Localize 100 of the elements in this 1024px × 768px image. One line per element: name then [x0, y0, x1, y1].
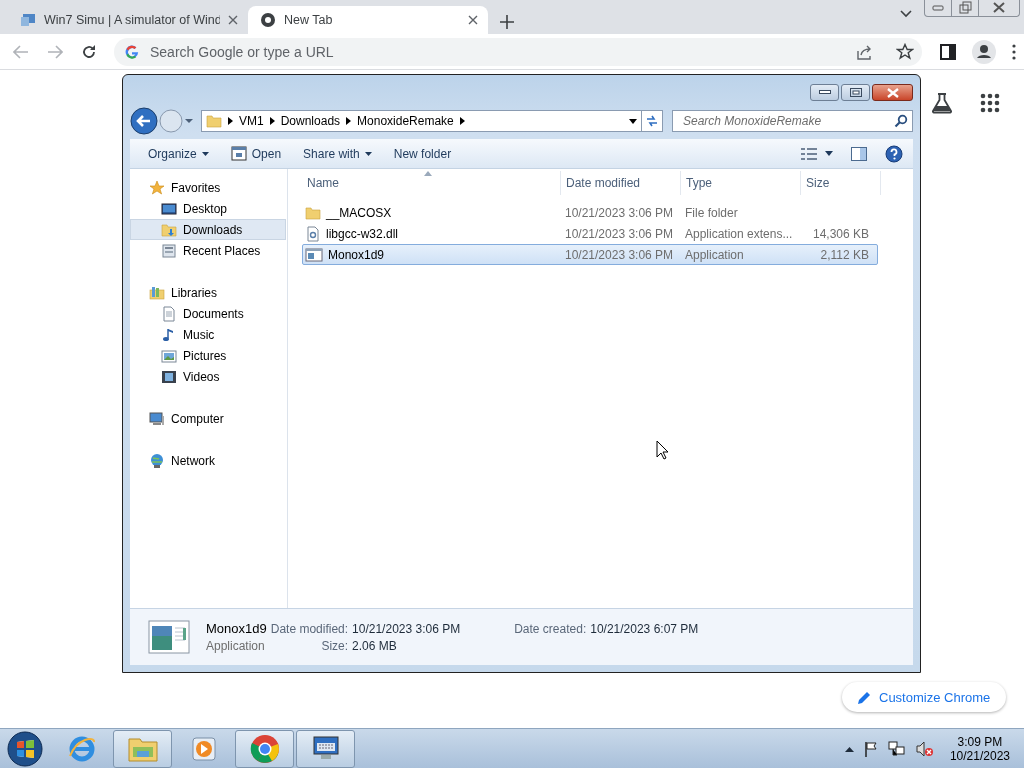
window-icon: [20, 13, 36, 27]
table-cell-text: 10/21/2023 3:06 PM: [564, 247, 675, 262]
back-button-icon[interactable]: [130, 107, 158, 135]
address-breadcrumb-bar[interactable]: VM1 Downloads MonoxideRemake: [201, 110, 642, 132]
desktop-icon: [161, 200, 177, 217]
folder-download-icon: [161, 221, 177, 238]
nav-item[interactable]: Network: [130, 450, 286, 471]
breadcrumb-arrow-icon[interactable]: [459, 117, 465, 125]
apps-grid-icon[interactable]: [980, 93, 1000, 113]
caret-icon[interactable]: [825, 151, 833, 156]
file-row[interactable]: __MACOSX 10/21/2023 3:06 PM File folder: [302, 202, 878, 223]
nav-item[interactable]: Music: [130, 324, 286, 345]
minimize-icon: [818, 90, 831, 95]
detail-label: Date created:: [514, 622, 587, 636]
cursor-icon: [656, 440, 669, 460]
maximize-icon: [849, 88, 862, 97]
column-header[interactable]: Size: [801, 171, 881, 195]
star-icon[interactable]: [896, 42, 914, 61]
search-icon[interactable]: [894, 114, 908, 128]
file-name: Monox1d9: [206, 621, 267, 636]
side-panel-icon[interactable]: [940, 43, 956, 60]
recent-places-icon: [161, 242, 177, 259]
chevron-down-icon[interactable]: [900, 10, 912, 18]
nav-item[interactable]: Videos: [130, 366, 286, 387]
column-header[interactable]: Type: [681, 171, 801, 195]
library-icon: [149, 284, 165, 301]
file-row[interactable]: libgcc-w32.dll 10/21/2023 3:06 PM Application extens... 14,306 KB: [302, 223, 878, 244]
clock[interactable]: 3:09 PM 10/21/2023: [943, 734, 1016, 763]
file-row[interactable]: Monox1d9 10/21/2023 3:06 PM Application 2,112 KB: [302, 244, 878, 265]
nav-item[interactable]: Computer: [130, 408, 286, 429]
nav-item[interactable]: Libraries: [130, 282, 286, 303]
command-button[interactable]: Share with: [295, 141, 380, 166]
table-cell-text: File folder: [684, 205, 739, 220]
folder-icon: [206, 113, 222, 129]
volume-muted-icon[interactable]: [915, 740, 934, 757]
google-icon: [124, 43, 140, 60]
reload-icon[interactable]: [81, 43, 97, 60]
address-field[interactable]: Search Google or type a URL: [148, 42, 848, 61]
file-name: libgcc-w32.dll: [326, 226, 399, 241]
taskbar-button[interactable]: [235, 729, 294, 768]
help-icon[interactable]: [885, 144, 903, 163]
application-icon: [148, 620, 190, 654]
command-button[interactable]: New folder: [385, 141, 460, 166]
close-icon[interactable]: [468, 15, 478, 25]
show-hidden-icons[interactable]: [844, 745, 854, 752]
dropdown-caret-icon[interactable]: [629, 118, 637, 124]
history-dropdown-icon[interactable]: [184, 117, 194, 125]
breadcrumb-arrow-icon[interactable]: [228, 117, 233, 125]
table-cell-text: 10/21/2023 3:06 PM: [564, 226, 675, 241]
browser-tab[interactable]: Win7 Simu | A simulator of Wind: [8, 6, 248, 34]
nav-item[interactable]: Pictures: [130, 345, 286, 366]
breadcrumb-arrow-icon[interactable]: [269, 117, 275, 125]
maximize-button[interactable]: [841, 84, 870, 101]
chrome-icon: [249, 733, 280, 764]
share-icon[interactable]: [856, 43, 874, 60]
application-icon: [305, 246, 323, 263]
table-cell-text: 10/21/2023 3:06 PM: [564, 205, 675, 220]
nav-item[interactable]: Favorites: [130, 177, 286, 198]
profile-icon[interactable]: [972, 39, 996, 64]
file-type: Application: [206, 639, 266, 653]
pencil-icon: [858, 690, 871, 704]
network-icon[interactable]: [887, 740, 906, 757]
close-icon[interactable]: [228, 15, 238, 25]
document-icon: [161, 305, 177, 322]
nav-item[interactable]: Recent Places: [130, 240, 286, 261]
table-cell-text: 2,112 KB: [819, 247, 870, 262]
customize-chrome-button[interactable]: Customize Chrome: [842, 682, 1007, 712]
detail-value: 2.06 MB: [352, 639, 398, 653]
close-button[interactable]: [872, 84, 913, 101]
breadcrumb-item[interactable]: MonoxideRemake: [357, 114, 454, 128]
command-button[interactable]: Organize: [140, 141, 217, 166]
file-name: __MACOSX: [326, 205, 392, 220]
breadcrumb-item[interactable]: VM1: [239, 114, 264, 128]
breadcrumb-arrow-icon[interactable]: [346, 117, 352, 125]
start-button[interactable]: [6, 729, 44, 768]
column-header[interactable]: Date modified: [561, 171, 681, 195]
table-cell-text: 14,306 KB: [811, 226, 870, 241]
preview-pane-icon[interactable]: [851, 146, 867, 161]
detail-value: 10/21/2023 6:07 PM: [590, 622, 699, 636]
menu-icon[interactable]: [1012, 43, 1016, 60]
star-icon: [149, 179, 165, 196]
detail-label: Size:: [320, 639, 349, 653]
pictures-icon: [161, 347, 177, 364]
flag-icon[interactable]: [863, 740, 878, 757]
breadcrumb-item[interactable]: Downloads: [280, 114, 341, 128]
film-icon: [161, 368, 177, 385]
network-icon: [149, 452, 165, 469]
nav-item[interactable]: Desktop: [130, 198, 286, 219]
view-options-icon[interactable]: [801, 147, 817, 160]
caret-icon: [364, 151, 372, 156]
taskbar-button[interactable]: [296, 729, 355, 768]
browser-tab[interactable]: New Tab: [248, 6, 488, 34]
command-button[interactable]: Open: [222, 141, 290, 166]
minimize-button[interactable]: [810, 84, 839, 101]
nav-item[interactable]: Documents: [130, 303, 286, 324]
search-box[interactable]: Search MonoxideRemake: [672, 110, 913, 132]
nav-item[interactable]: Downloads: [130, 219, 286, 240]
new-tab-icon[interactable]: [500, 15, 514, 29]
address-bar[interactable]: Search Google or type a URL: [114, 37, 922, 66]
flask-icon[interactable]: [931, 92, 953, 114]
